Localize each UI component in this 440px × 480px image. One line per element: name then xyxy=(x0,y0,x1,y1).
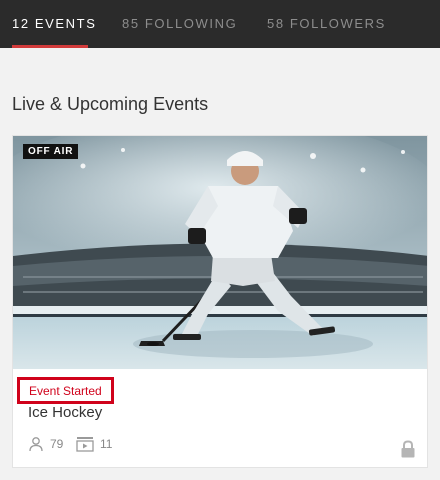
event-card[interactable]: OFF AIR Event Started Ice Hockey 79 11 xyxy=(12,135,428,468)
tab-followers[interactable]: 58 FOLLOWERS xyxy=(267,16,386,48)
section-title: Live & Upcoming Events xyxy=(12,94,209,114)
event-title[interactable]: Ice Hockey xyxy=(28,404,102,421)
hockey-player-image xyxy=(13,136,427,369)
video-playlist-icon xyxy=(76,437,94,452)
tab-events[interactable]: 12 EVENTS xyxy=(12,16,97,48)
event-status-label: Event Started xyxy=(17,377,114,404)
videos-value: 11 xyxy=(100,437,113,451)
user-icon xyxy=(29,437,43,452)
active-tab-indicator xyxy=(12,45,88,48)
profile-tab-bar: 12 EVENTS 85 FOLLOWING 58 FOLLOWERS xyxy=(0,0,440,48)
lock-icon xyxy=(401,440,415,458)
viewers-value: 79 xyxy=(50,437,64,451)
tab-following[interactable]: 85 FOLLOWING xyxy=(122,16,237,48)
viewers-count: 79 xyxy=(28,434,63,454)
event-thumbnail[interactable]: OFF AIR xyxy=(13,136,427,369)
off-air-badge: OFF AIR xyxy=(23,144,79,159)
videos-count: 11 xyxy=(76,434,112,454)
